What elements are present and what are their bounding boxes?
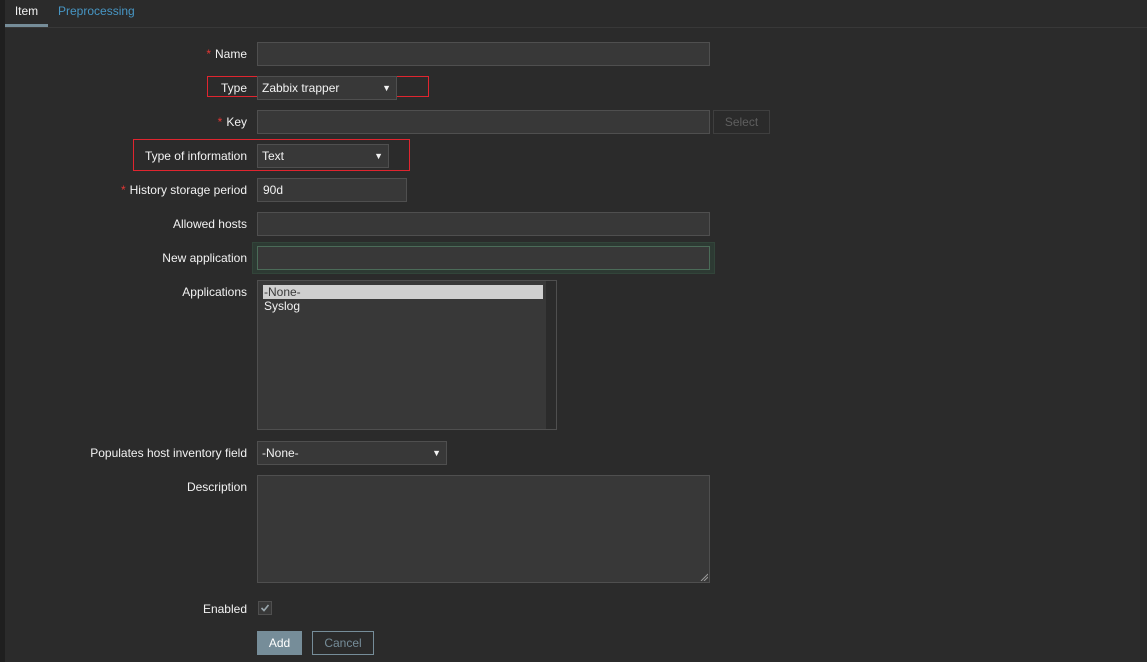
required-mark: * xyxy=(120,183,126,197)
inventory-field-label: Populates host inventory field xyxy=(90,446,247,460)
inventory-field-select[interactable]: -None- ▼ xyxy=(257,441,447,465)
checkmark-icon xyxy=(260,604,270,612)
type-label: Type xyxy=(220,81,247,95)
chevron-down-icon: ▼ xyxy=(374,151,383,161)
required-mark: * xyxy=(206,47,211,61)
new-application-label: New application xyxy=(162,251,247,265)
resize-grip-icon[interactable] xyxy=(700,573,708,581)
type-select-value: Zabbix trapper xyxy=(262,81,340,95)
type-of-information-value: Text xyxy=(262,149,285,163)
cancel-button[interactable]: Cancel xyxy=(312,631,374,655)
chevron-down-icon: ▼ xyxy=(432,448,441,458)
type-of-information-label: Type of information xyxy=(144,149,247,163)
applications-option[interactable]: Syslog xyxy=(263,299,543,313)
applications-scrollbar[interactable] xyxy=(546,281,556,429)
description-textarea[interactable] xyxy=(257,475,710,583)
type-of-information-select[interactable]: Text ▼ xyxy=(257,144,389,168)
key-select-button[interactable]: Select xyxy=(713,110,770,134)
allowed-hosts-label: Allowed hosts xyxy=(172,217,247,231)
left-edge-strip xyxy=(0,0,5,662)
allowed-hosts-input[interactable] xyxy=(257,212,710,236)
enabled-checkbox[interactable] xyxy=(258,601,272,615)
type-select[interactable]: Zabbix trapper ▼ xyxy=(257,76,397,100)
history-storage-period-input[interactable]: 90d xyxy=(257,178,407,202)
enabled-label: Enabled xyxy=(202,602,247,616)
tab-item[interactable]: Item xyxy=(5,0,48,27)
key-label: * Key xyxy=(217,115,247,129)
key-input[interactable] xyxy=(257,110,710,134)
applications-option[interactable]: -None- xyxy=(263,285,543,299)
tab-bar: Item Preprocessing xyxy=(5,0,1147,28)
chevron-down-icon: ▼ xyxy=(382,83,391,93)
history-storage-period-label: * History storage period xyxy=(120,183,247,197)
inventory-field-value: -None- xyxy=(262,446,299,460)
applications-label: Applications xyxy=(182,285,247,299)
required-mark: * xyxy=(217,115,223,129)
description-label: Description xyxy=(186,480,247,494)
add-button[interactable]: Add xyxy=(257,631,302,655)
tab-preprocessing[interactable]: Preprocessing xyxy=(58,0,135,24)
name-input[interactable] xyxy=(257,42,710,66)
applications-listbox[interactable]: -None- Syslog xyxy=(257,280,557,430)
new-application-input[interactable] xyxy=(257,246,710,270)
name-label: * Name xyxy=(206,47,247,61)
